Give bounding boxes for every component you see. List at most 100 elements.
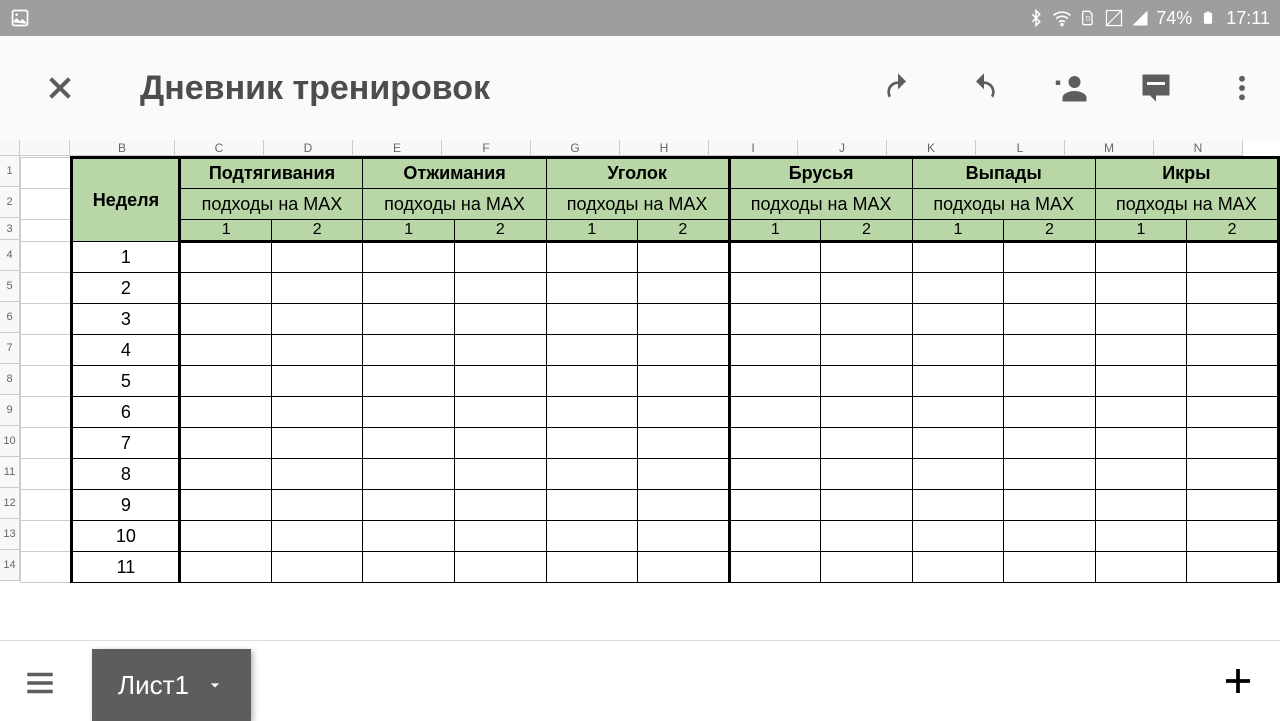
cell[interactable]: подходы на MAX [729,189,912,220]
cell[interactable] [638,335,730,366]
cell[interactable] [638,242,730,273]
cell[interactable] [1004,335,1096,366]
cell[interactable] [821,273,913,304]
cell[interactable] [638,366,730,397]
cell[interactable] [455,397,547,428]
cell[interactable] [180,242,272,273]
cell[interactable] [546,428,638,459]
more-button[interactable] [1224,70,1260,106]
cell[interactable] [363,490,455,521]
cell[interactable]: 1 [729,220,821,242]
cell[interactable] [1095,366,1187,397]
cell[interactable]: 5 [72,366,180,397]
cell[interactable] [912,397,1004,428]
cell[interactable] [363,304,455,335]
document-title[interactable]: Дневник тренировок [140,69,880,108]
cell[interactable]: 2 [1004,220,1096,242]
col-header[interactable]: E [353,140,442,156]
cell[interactable] [546,397,638,428]
cell[interactable] [1187,552,1279,583]
cell[interactable] [729,366,821,397]
cell[interactable] [729,397,821,428]
cell[interactable] [1187,366,1279,397]
cell[interactable] [271,428,363,459]
select-all-corner[interactable] [0,140,20,156]
cell[interactable] [1095,273,1187,304]
cell[interactable] [1004,428,1096,459]
cell[interactable] [1095,242,1187,273]
cell[interactable] [729,273,821,304]
cell[interactable] [1187,428,1279,459]
cell[interactable] [1095,459,1187,490]
col-header[interactable]: J [798,140,887,156]
col-header[interactable]: K [887,140,976,156]
spreadsheet[interactable]: BCDEFGHIJKLMN 1234567891011121314 Неделя… [0,140,1280,583]
cell[interactable]: подходы на MAX [912,189,1095,220]
cell[interactable] [821,490,913,521]
add-sheet-button[interactable] [1216,659,1260,703]
row-header[interactable]: 10 [0,426,20,457]
cell[interactable] [180,521,272,552]
cell[interactable] [821,304,913,335]
cell[interactable] [21,552,72,583]
cell[interactable] [1004,397,1096,428]
cell[interactable] [821,366,913,397]
row-header[interactable]: 9 [0,395,20,426]
col-header[interactable]: N [1154,140,1243,156]
cell[interactable]: подходы на MAX [1095,189,1278,220]
cell[interactable] [363,366,455,397]
col-header[interactable]: M [1065,140,1154,156]
cell[interactable]: 6 [72,397,180,428]
cell[interactable] [821,335,913,366]
cell[interactable] [1004,459,1096,490]
cell[interactable]: 8 [72,459,180,490]
row-headers[interactable]: 1234567891011121314 [0,156,20,581]
cell[interactable] [21,490,72,521]
cell[interactable] [729,459,821,490]
cell[interactable]: 1 [1095,220,1187,242]
cell[interactable] [546,552,638,583]
col-header[interactable]: C [175,140,264,156]
cell[interactable] [21,428,72,459]
cell[interactable]: 2 [638,220,730,242]
row-header[interactable]: 2 [0,187,20,218]
cell[interactable]: 1 [72,242,180,273]
cell[interactable] [729,490,821,521]
cell[interactable] [21,521,72,552]
row-header[interactable]: 13 [0,519,20,550]
cell[interactable] [363,459,455,490]
cell[interactable] [1187,459,1279,490]
cell[interactable] [821,521,913,552]
close-button[interactable] [40,68,80,108]
sheet-tab-active[interactable]: Лист1 [92,649,251,721]
cell[interactable]: Подтягивания [180,158,363,189]
cell[interactable] [912,490,1004,521]
cell[interactable] [363,335,455,366]
cell[interactable] [1095,552,1187,583]
cell[interactable] [1095,521,1187,552]
cell[interactable] [21,189,72,220]
cell[interactable] [546,242,638,273]
cell[interactable]: 11 [72,552,180,583]
cell[interactable] [912,304,1004,335]
cell[interactable] [912,521,1004,552]
cell[interactable] [1187,397,1279,428]
cell[interactable] [180,366,272,397]
cell[interactable] [271,397,363,428]
cell[interactable] [1187,273,1279,304]
cell[interactable]: 4 [72,335,180,366]
cell[interactable] [912,273,1004,304]
cell[interactable]: 2 [821,220,913,242]
row-header[interactable]: 6 [0,302,20,333]
cell[interactable] [821,242,913,273]
cell[interactable] [271,459,363,490]
cell[interactable]: Брусья [729,158,912,189]
col-header[interactable]: D [264,140,353,156]
cell[interactable] [638,490,730,521]
cell[interactable] [638,397,730,428]
cell[interactable] [729,521,821,552]
cell[interactable] [271,552,363,583]
sheet-tab-menu-icon[interactable] [205,675,225,695]
cell[interactable] [363,428,455,459]
cell[interactable] [363,397,455,428]
